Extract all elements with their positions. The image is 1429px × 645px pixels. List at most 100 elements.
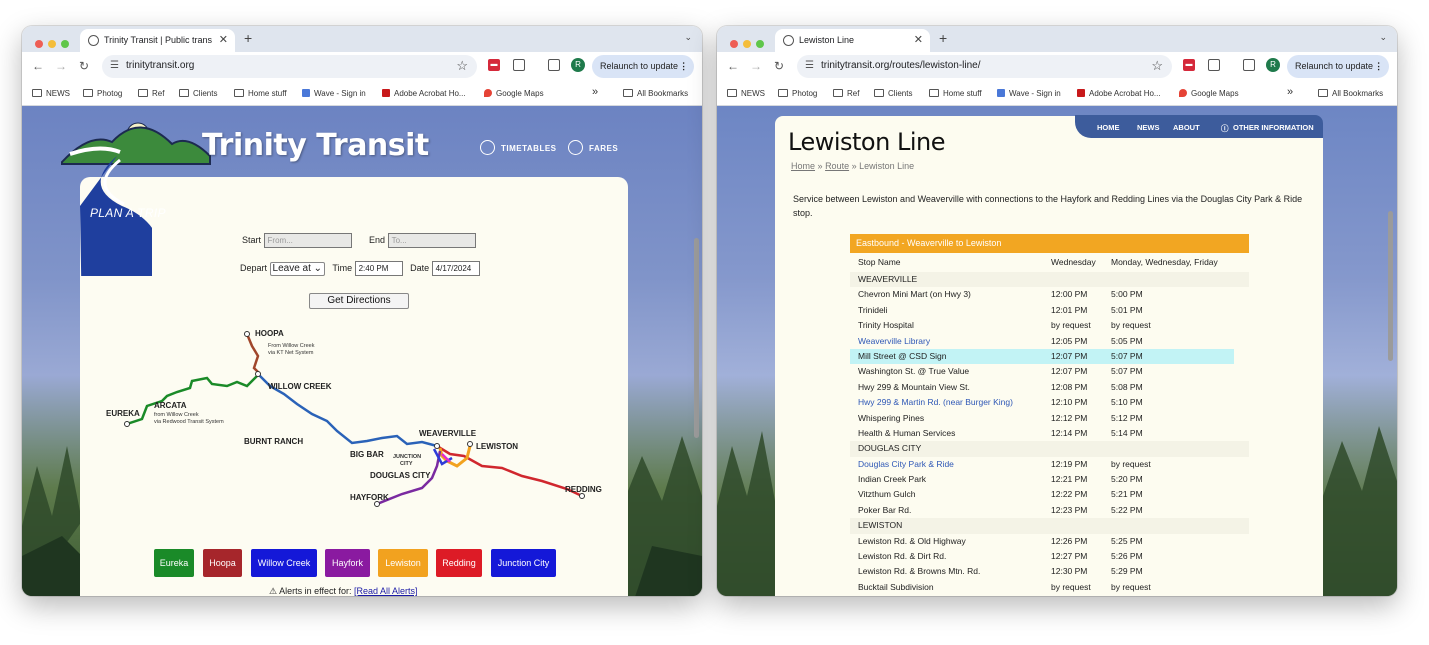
start-input[interactable]: From... [263,233,352,248]
stop-name: Washington St. @ True Value [858,366,970,377]
address-bar[interactable]: ☰ trinitytransit.org ☆ [102,55,477,78]
reload-icon[interactable]: ↻ [774,59,784,73]
bookmark-home-stuff[interactable]: Home stuff [234,89,287,98]
route-button-redding[interactable]: Redding [436,549,482,577]
breadcrumb-route[interactable]: Route [825,161,849,171]
back-arrow-icon[interactable]: ← [32,59,44,73]
time-input[interactable]: 2:40 PM [354,261,403,276]
scrollbar-thumb[interactable] [694,238,699,438]
stop-link[interactable]: Hwy 299 & Martin Rd. (near Burger King) [858,395,1013,410]
end-input[interactable]: To... [387,233,476,248]
profile-avatar[interactable]: R [571,58,585,72]
kebab-menu-icon[interactable]: ⋮ [679,55,688,78]
forward-arrow-icon[interactable]: → [55,59,67,73]
profile-avatar[interactable]: R [1266,58,1280,72]
get-directions-button[interactable]: Get Directions [309,293,409,309]
close-window-button[interactable] [730,40,738,48]
new-tab-plus-icon[interactable]: + [244,30,252,46]
relaunch-button[interactable]: Relaunch to update ⋮ [1287,55,1390,78]
tab-lewiston-line[interactable]: Lewiston Line ✕ [775,29,930,52]
bookmarks-overflow-icon[interactable]: » [1287,86,1293,98]
nav-about[interactable]: ABOUT [1173,123,1200,132]
bookmark-home-stuff[interactable]: Home stuff [929,89,982,98]
bookmark-photog[interactable]: Photog [83,89,122,98]
url-text[interactable]: trinitytransit.org/routes/lewiston-line/ [821,60,981,71]
route-button-eureka[interactable]: Eureka [154,549,194,577]
address-bar[interactable]: ☰ trinitytransit.org/routes/lewiston-lin… [797,55,1172,78]
extensions-puzzle-icon[interactable] [1208,59,1220,71]
new-tab-plus-icon[interactable]: + [939,30,947,46]
scrollbar-thumb[interactable] [1388,211,1393,361]
bookmark-adobe-acrobat[interactable]: Adobe Acrobat Ho... [1077,89,1161,98]
back-arrow-icon[interactable]: ← [727,59,739,73]
stop-link[interactable]: Douglas City Park & Ride [858,457,954,472]
bookmark-ref[interactable]: Ref [833,89,859,98]
site-info-icon[interactable]: ☰ [110,60,119,71]
chevron-down-icon[interactable]: ⌄ [684,32,692,43]
route-button-hoopa[interactable]: Hoopa [203,549,242,577]
date-input[interactable]: 4/17/2024 [431,261,480,276]
side-panel-icon[interactable] [548,59,560,71]
bookmark-google-maps[interactable]: Google Maps [484,89,544,98]
kebab-menu-icon[interactable]: ⋮ [1374,55,1383,78]
url-text[interactable]: trinitytransit.org [126,60,194,71]
route-button-lewiston[interactable]: Lewiston [378,549,428,577]
bookmark-wave[interactable]: Wave - Sign in [302,89,366,98]
forward-arrow-icon[interactable]: → [750,59,762,73]
minimize-window-button[interactable] [743,40,751,48]
zoom-window-button[interactable] [61,40,69,48]
nav-other-information[interactable]: OTHER INFORMATION [1233,123,1314,132]
zoom-window-button[interactable] [756,40,764,48]
map-label-hoopa: HOOPA [255,329,284,338]
depart-select[interactable]: Leave at ⌄ [269,261,326,276]
close-tab-icon[interactable]: ✕ [219,29,228,52]
site-logo[interactable]: Trinity Transit [202,128,429,163]
nav-timetables[interactable]: TIMETABLES [480,140,557,155]
route-button-willow-creek[interactable]: Willow Creek [251,549,317,577]
bookmarks-overflow-icon[interactable]: » [592,86,598,98]
folder-icon [833,89,843,97]
bookmark-photog[interactable]: Photog [778,89,817,98]
stop-link[interactable]: Weaverville Library [858,334,930,349]
bookmark-ref[interactable]: Ref [138,89,164,98]
bookmark-star-icon[interactable]: ☆ [1151,58,1163,74]
read-all-alerts-link[interactable]: [Read All Alerts] [354,586,418,596]
reload-icon[interactable]: ↻ [79,59,89,73]
chevron-down-icon[interactable]: ⌄ [1379,32,1387,43]
all-bookmarks[interactable]: All Bookmarks [1318,89,1383,98]
breadcrumb-home[interactable]: Home [791,161,815,171]
route-button-junction-city[interactable]: Junction City [491,549,556,577]
route-button-hayfork[interactable]: Hayfork [325,549,370,577]
start-end-row: Start From... End To... [242,233,476,248]
mwf-time: 5:20 PM [1111,474,1143,485]
minimize-window-button[interactable] [48,40,56,48]
extension-red-icon[interactable]: ▬ [1183,59,1195,71]
bookmark-clients[interactable]: Clients [179,89,217,98]
all-bookmarks[interactable]: All Bookmarks [623,89,688,98]
bookmark-adobe-acrobat[interactable]: Adobe Acrobat Ho... [382,89,466,98]
site-info-icon[interactable]: ☰ [805,60,814,71]
browser-window-right: Lewiston Line ✕ + ⌄ ← → ↻ ☰ trinitytrans… [717,26,1397,596]
nav-fares[interactable]: FARES [568,140,618,155]
wednesday-time: 12:07 PM [1051,350,1088,361]
route-map[interactable]: HOOPA WILLOW CREEK EUREKA ARCATA BURNT R… [102,324,627,519]
wednesday-time: 12:27 PM [1051,551,1088,562]
table-row: Chevron Mini Mart (on Hwy 3) 12:00 PM 5:00… [850,287,1249,302]
nav-home[interactable]: HOME [1097,123,1120,132]
tab-trinity-transit[interactable]: Trinity Transit | Public transpo ✕ [80,29,235,52]
extension-red-icon[interactable]: ▬ [488,59,500,71]
nav-news[interactable]: NEWS [1137,123,1160,132]
wednesday-time: 12:26 PM [1051,535,1088,546]
bookmark-news[interactable]: NEWS [32,89,70,98]
close-window-button[interactable] [35,40,43,48]
close-tab-icon[interactable]: ✕ [914,29,923,52]
bookmark-star-icon[interactable]: ☆ [456,58,468,74]
bookmark-clients[interactable]: Clients [874,89,912,98]
side-panel-icon[interactable] [1243,59,1255,71]
relaunch-button[interactable]: Relaunch to update ⋮ [592,55,695,78]
extensions-puzzle-icon[interactable] [513,59,525,71]
bookmark-news[interactable]: NEWS [727,89,765,98]
bookmark-google-maps[interactable]: Google Maps [1179,89,1239,98]
bookmark-wave[interactable]: Wave - Sign in [997,89,1061,98]
table-row: Hwy 299 & Mountain View St. 12:08 PM 5:08 … [850,380,1249,395]
